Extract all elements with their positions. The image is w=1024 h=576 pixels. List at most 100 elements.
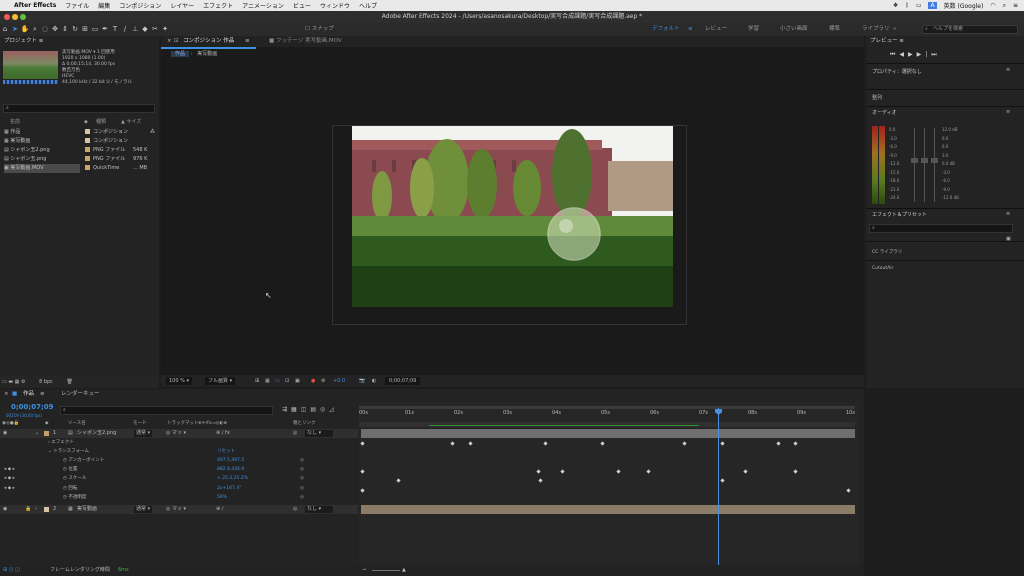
breadcrumb-item[interactable]: 作品 bbox=[171, 51, 190, 57]
time-ruler[interactable]: 00s 01s 02s 03s 04s 05s 06s 07s 08s 09s … bbox=[359, 410, 859, 420]
workspace-small-screen[interactable]: 小さい画面 bbox=[780, 24, 808, 35]
last-frame-icon[interactable]: ⏭ bbox=[931, 51, 940, 58]
app-name[interactable]: After Effects bbox=[14, 2, 56, 9]
parent-select[interactable]: なし ▾ bbox=[305, 430, 334, 437]
visibility-icon[interactable]: ◉ bbox=[3, 505, 7, 514]
pen-tool-icon[interactable]: ✒ bbox=[100, 25, 110, 34]
keyframe[interactable] bbox=[360, 488, 365, 493]
timeline-close-icon[interactable]: × bbox=[4, 389, 9, 399]
zoom-out-icon[interactable]: ⊸ bbox=[362, 565, 366, 576]
menu-animation[interactable]: アニメーション bbox=[242, 1, 284, 10]
keyframe[interactable] bbox=[468, 441, 473, 446]
timeline-zoom-slider[interactable] bbox=[372, 570, 400, 571]
layer-switch-icons[interactable]: ⊕ ∕ bbox=[216, 505, 223, 514]
track-matte-select[interactable]: ◎ マッ ▾ bbox=[166, 505, 186, 514]
cutout-panel-title[interactable]: CutoutAir bbox=[872, 264, 893, 273]
layer-name[interactable]: シャボン玉2.png bbox=[77, 429, 116, 438]
workspace-learn[interactable]: 学習 bbox=[748, 24, 759, 35]
keyframe[interactable] bbox=[793, 469, 798, 474]
transform-reset-link[interactable]: リセット bbox=[217, 447, 235, 456]
layer-name[interactable]: 実写動画 bbox=[77, 505, 97, 514]
shy-icon[interactable]: ◫ bbox=[301, 406, 311, 413]
layer-mode-select[interactable]: 通常 ▾ bbox=[134, 506, 153, 513]
battery-icon[interactable]: ▭ bbox=[916, 2, 922, 9]
hand-tool-icon[interactable]: ✋ bbox=[20, 25, 30, 34]
layer-bar-2[interactable] bbox=[361, 505, 855, 514]
track-matte-select[interactable]: ◎ マッ ▾ bbox=[166, 429, 186, 438]
project-item[interactable]: ▦ 作品 コンポジション ⁂ bbox=[4, 128, 159, 137]
close-window-button[interactable] bbox=[4, 14, 10, 20]
menu-view[interactable]: ビュー bbox=[293, 1, 311, 10]
rotate-tool-icon[interactable]: ↻ bbox=[70, 25, 80, 34]
region-of-interest-icon[interactable]: ▭ bbox=[275, 375, 280, 387]
minimize-window-button[interactable] bbox=[12, 14, 18, 20]
toggle-switches-icon[interactable]: ⊞ ◰ ◫ bbox=[3, 565, 20, 576]
layer-bar-1[interactable] bbox=[361, 429, 855, 438]
col-track-matte[interactable]: トラックマット bbox=[167, 419, 199, 428]
keyframe[interactable] bbox=[646, 469, 651, 474]
workspace-libraries[interactable]: ライブラリ bbox=[862, 24, 890, 35]
roto-tool-icon[interactable]: ✂ bbox=[150, 25, 160, 34]
visibility-icon[interactable]: ◉ bbox=[3, 429, 7, 438]
rectangle-tool-icon[interactable]: ▭ bbox=[90, 25, 100, 34]
layer-mode-select[interactable]: 通常 ▾ bbox=[134, 430, 153, 437]
expand-arrow-icon[interactable]: ⌄ bbox=[35, 429, 39, 438]
properties-menu-icon[interactable]: ≡ bbox=[1006, 67, 1010, 73]
keyframe[interactable] bbox=[682, 441, 687, 446]
grid-toggle-icon[interactable]: ⊞ bbox=[255, 375, 259, 387]
prop-rotation-value[interactable]: 2x+167.4° bbox=[217, 484, 241, 493]
interpret-footage-icon[interactable]: ▭ bbox=[2, 379, 7, 385]
keyframe[interactable] bbox=[360, 469, 365, 474]
settings-icon[interactable]: ⚙ bbox=[21, 379, 25, 385]
mask-visibility-icon[interactable]: ▣ bbox=[295, 375, 300, 387]
brush-tool-icon[interactable]: ∕ bbox=[120, 25, 130, 34]
control-center-icon[interactable]: ≡ bbox=[1013, 2, 1018, 9]
flowchart-icon[interactable]: ⁂ bbox=[150, 128, 155, 137]
snapshot-icon[interactable]: 📷 bbox=[359, 375, 365, 387]
zoom-tool-icon[interactable]: ⌕ bbox=[30, 25, 40, 34]
parent-select[interactable]: なし ▾ bbox=[305, 506, 334, 513]
prop-anchor-value[interactable]: 497.5,497.5 bbox=[217, 456, 244, 465]
home-icon[interactable]: ⌂ bbox=[0, 25, 10, 34]
safe-margins-icon[interactable]: ⊡ bbox=[285, 375, 289, 387]
show-snapshot-icon[interactable]: ◐ bbox=[372, 375, 376, 387]
keyframe[interactable] bbox=[600, 441, 605, 446]
project-item[interactable]: ▦ 実写動画 コンポジション bbox=[4, 137, 159, 146]
keyframe[interactable] bbox=[720, 441, 725, 446]
first-frame-icon[interactable]: ⏮ bbox=[890, 51, 899, 58]
trash-icon[interactable]: 🗑 bbox=[67, 379, 73, 385]
motion-blur-icon[interactable]: ◎ bbox=[320, 406, 329, 413]
workspace-menu-icon[interactable]: ≡ bbox=[688, 24, 693, 35]
color-channel-icon[interactable]: ● bbox=[311, 375, 315, 387]
new-comp-icon[interactable]: ▦ bbox=[15, 379, 20, 385]
menu-window[interactable]: ウィンドウ bbox=[320, 1, 350, 10]
wifi-icon[interactable]: ◠ bbox=[990, 2, 995, 9]
layer-label-color[interactable] bbox=[44, 507, 49, 512]
prop-anchor-point[interactable]: ◷ アンカーポイント bbox=[63, 456, 104, 465]
label-tag-icon[interactable]: ◆ bbox=[84, 118, 88, 127]
bpc-label[interactable]: 8 bpc bbox=[39, 379, 53, 385]
expand-arrow-icon[interactable]: › bbox=[35, 505, 37, 514]
audio-slider-right[interactable] bbox=[931, 158, 938, 163]
playhead[interactable] bbox=[718, 408, 719, 565]
dropbox-icon[interactable]: ❖ bbox=[893, 2, 898, 9]
next-frame-icon[interactable]: ▶| bbox=[917, 51, 932, 58]
prop-opacity[interactable]: ◷ 不透明度 bbox=[63, 493, 86, 502]
audio-panel-title[interactable]: オーディオ bbox=[872, 109, 897, 118]
timeline-graph[interactable]: 00s 01s 02s 03s 04s 05s 06s 07s 08s 09s … bbox=[359, 403, 859, 565]
comp-viewer[interactable] bbox=[352, 126, 673, 307]
menu-effect[interactable]: エフェクト bbox=[203, 1, 233, 10]
tab-footage[interactable]: ■ フッテージ 実写動画.MOV bbox=[269, 36, 342, 47]
layer-row[interactable]: ◉ ⌄ 1 ▤ シャボン玉2.png 通常 ▾ ◎ マッ ▾ ⊕ ∕ fx ◎ … bbox=[0, 429, 358, 438]
keyframe[interactable] bbox=[616, 469, 621, 474]
col-parent[interactable]: 親とリンク bbox=[293, 419, 316, 428]
play-icon[interactable]: ▶ bbox=[908, 51, 917, 58]
lock-icon[interactable]: 🔒 bbox=[25, 505, 31, 514]
orbit-tool-icon[interactable]: ◌ bbox=[40, 25, 50, 34]
transparency-grid-icon[interactable]: ▦ bbox=[265, 375, 270, 387]
keyframe[interactable] bbox=[720, 478, 725, 483]
layer-switches-icon[interactable]: ⊕✶∕fx▭◎◐⊗ bbox=[198, 419, 227, 428]
graph-editor-icon[interactable]: ◿ bbox=[329, 406, 338, 413]
selection-tool-icon[interactable]: ➤ bbox=[10, 25, 20, 34]
parent-pickwhip-icon[interactable]: ◎ bbox=[293, 429, 297, 438]
